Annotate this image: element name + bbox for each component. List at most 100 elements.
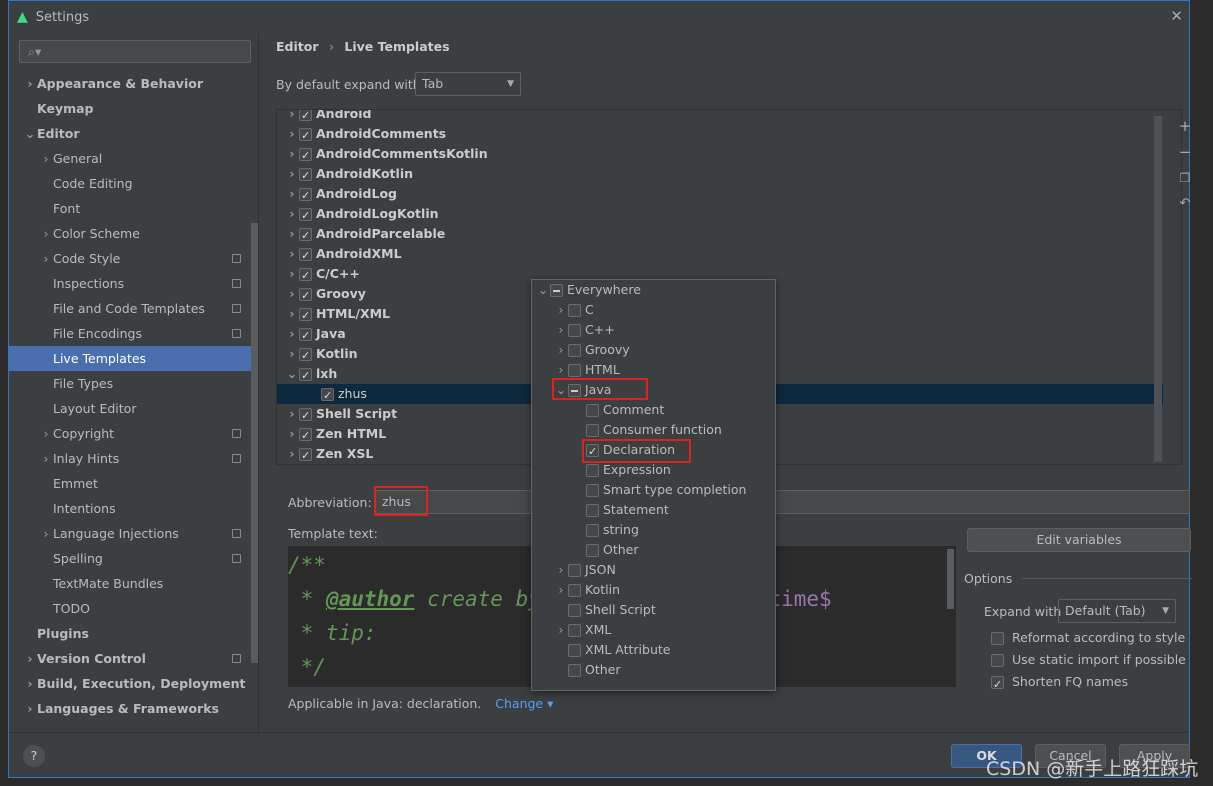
sidebar-item-code-style[interactable]: › Code Style	[9, 246, 251, 271]
search-input[interactable]: ⌕▾	[19, 40, 251, 63]
sidebar-item-emmet[interactable]: Emmet	[9, 471, 251, 496]
template-row[interactable]: › AndroidCommentsKotlin	[277, 144, 1163, 166]
sidebar-item-general[interactable]: › General	[9, 146, 251, 171]
option-checkbox-row[interactable]: Use static import if possible	[991, 649, 1186, 671]
chevron-right-icon[interactable]: ›	[285, 304, 299, 324]
sidebar-item-inlay-hints[interactable]: › Inlay Hints	[9, 446, 251, 471]
template-checkbox[interactable]	[299, 406, 312, 426]
context-item[interactable]: › Groovy	[532, 340, 776, 360]
sidebar-item-todo[interactable]: TODO	[9, 596, 251, 621]
template-checkbox[interactable]	[299, 426, 312, 446]
template-row[interactable]: › AndroidComments	[277, 124, 1163, 146]
sidebar-item-textmate-bundles[interactable]: TextMate Bundles	[9, 571, 251, 596]
context-checkbox[interactable]	[586, 544, 599, 557]
context-checkbox[interactable]	[568, 364, 581, 377]
template-checkbox[interactable]	[299, 226, 312, 246]
context-item[interactable]: Other	[532, 540, 776, 560]
option-checkbox-row[interactable]: Shorten FQ names	[991, 671, 1186, 696]
tree-scrollbar[interactable]	[1154, 116, 1162, 462]
help-button[interactable]: ?	[23, 745, 45, 767]
chevron-right-icon[interactable]: ›	[285, 224, 299, 244]
context-item[interactable]: Comment	[532, 400, 776, 420]
template-checkbox[interactable]	[299, 366, 312, 386]
sidebar-item-version-control[interactable]: › Version Control	[9, 646, 251, 671]
context-checkbox[interactable]	[568, 324, 581, 337]
chevron-right-icon[interactable]: ›	[285, 344, 299, 364]
template-checkbox[interactable]	[299, 266, 312, 286]
context-item[interactable]: string	[532, 520, 776, 540]
sidebar-item-file-encodings[interactable]: File Encodings	[9, 321, 251, 346]
context-item[interactable]: › C	[532, 300, 776, 320]
add-button[interactable]: +	[1174, 113, 1196, 139]
template-checkbox[interactable]	[299, 326, 312, 346]
template-row[interactable]: › AndroidXML	[277, 244, 1163, 266]
context-item[interactable]: XML Attribute	[532, 640, 776, 660]
change-link[interactable]: Change ▾	[495, 696, 553, 711]
context-checkbox[interactable]	[586, 484, 599, 497]
chevron-right-icon[interactable]: ›	[285, 110, 299, 124]
context-checkbox[interactable]	[568, 344, 581, 357]
context-item[interactable]: › C++	[532, 320, 776, 340]
chevron-right-icon[interactable]: ›	[285, 184, 299, 204]
context-checkbox[interactable]	[550, 284, 563, 297]
context-item[interactable]: › HTML	[532, 360, 776, 380]
chevron-right-icon[interactable]: ›	[554, 560, 568, 580]
template-checkbox[interactable]	[299, 126, 312, 146]
chevron-right-icon[interactable]: ›	[285, 404, 299, 424]
template-checkbox[interactable]	[299, 186, 312, 206]
template-checkbox[interactable]	[299, 346, 312, 366]
context-item[interactable]: › Kotlin	[532, 580, 776, 600]
template-checkbox[interactable]	[299, 446, 312, 464]
sidebar-item-intentions[interactable]: Intentions	[9, 496, 251, 521]
template-checkbox[interactable]	[321, 386, 334, 406]
context-item[interactable]: Consumer function	[532, 420, 776, 440]
context-checkbox[interactable]	[568, 584, 581, 597]
chevron-right-icon[interactable]: ›	[285, 284, 299, 304]
chevron-right-icon[interactable]: ›	[554, 340, 568, 360]
template-row[interactable]: › AndroidLog	[277, 184, 1163, 206]
context-checkbox[interactable]	[586, 504, 599, 517]
template-checkbox[interactable]	[299, 306, 312, 326]
template-checkbox[interactable]	[299, 286, 312, 306]
chevron-right-icon[interactable]: ›	[285, 144, 299, 164]
chevron-right-icon[interactable]: ›	[285, 444, 299, 464]
context-checkbox[interactable]	[568, 604, 581, 617]
chevron-right-icon[interactable]: ›	[554, 360, 568, 380]
sidebar-item-languages-frameworks[interactable]: › Languages & Frameworks	[9, 696, 251, 721]
abbreviation-input[interactable]: zhus	[375, 490, 1190, 514]
chevron-right-icon[interactable]: ›	[285, 164, 299, 184]
template-checkbox[interactable]	[299, 166, 312, 186]
context-item[interactable]: ⌄ Everywhere	[532, 280, 776, 300]
template-checkbox[interactable]	[299, 110, 312, 126]
chevron-right-icon[interactable]: ›	[285, 424, 299, 444]
sidebar-scrollbar[interactable]	[251, 223, 258, 663]
template-checkbox[interactable]	[299, 146, 312, 166]
context-checkbox[interactable]	[586, 424, 599, 437]
remove-button[interactable]: −	[1174, 139, 1196, 165]
sidebar-item-color-scheme[interactable]: › Color Scheme	[9, 221, 251, 246]
context-checkbox[interactable]	[568, 644, 581, 657]
sidebar-item-inspections[interactable]: Inspections	[9, 271, 251, 296]
context-checkbox[interactable]	[568, 564, 581, 577]
sidebar-item-plugins[interactable]: Plugins	[9, 621, 251, 646]
chevron-right-icon[interactable]: ›	[285, 324, 299, 344]
editor-scrollbar[interactable]	[947, 549, 954, 609]
sidebar-item-build-execution-deployment[interactable]: › Build, Execution, Deployment	[9, 671, 251, 696]
close-icon[interactable]: ✕	[1170, 7, 1183, 25]
copy-icon[interactable]: ❐	[1174, 165, 1196, 191]
context-checkbox[interactable]	[568, 304, 581, 317]
sidebar-item-copyright[interactable]: › Copyright	[9, 421, 251, 446]
sidebar-item-language-injections[interactable]: › Language Injections	[9, 521, 251, 546]
template-row[interactable]: › AndroidParcelable	[277, 224, 1163, 246]
chevron-right-icon[interactable]: ›	[285, 264, 299, 284]
context-item[interactable]: Statement	[532, 500, 776, 520]
chevron-right-icon[interactable]: ›	[285, 204, 299, 224]
undo-icon[interactable]: ↶	[1174, 191, 1196, 217]
sidebar-item-live-templates[interactable]: Live Templates	[9, 346, 251, 371]
sidebar-item-file-types[interactable]: File Types	[9, 371, 251, 396]
sidebar-item-keymap[interactable]: Keymap	[9, 96, 251, 121]
sidebar-item-layout-editor[interactable]: Layout Editor	[9, 396, 251, 421]
chevron-right-icon[interactable]: ›	[285, 124, 299, 144]
context-item[interactable]: Other	[532, 660, 776, 680]
template-row[interactable]: › Android	[277, 110, 1163, 126]
